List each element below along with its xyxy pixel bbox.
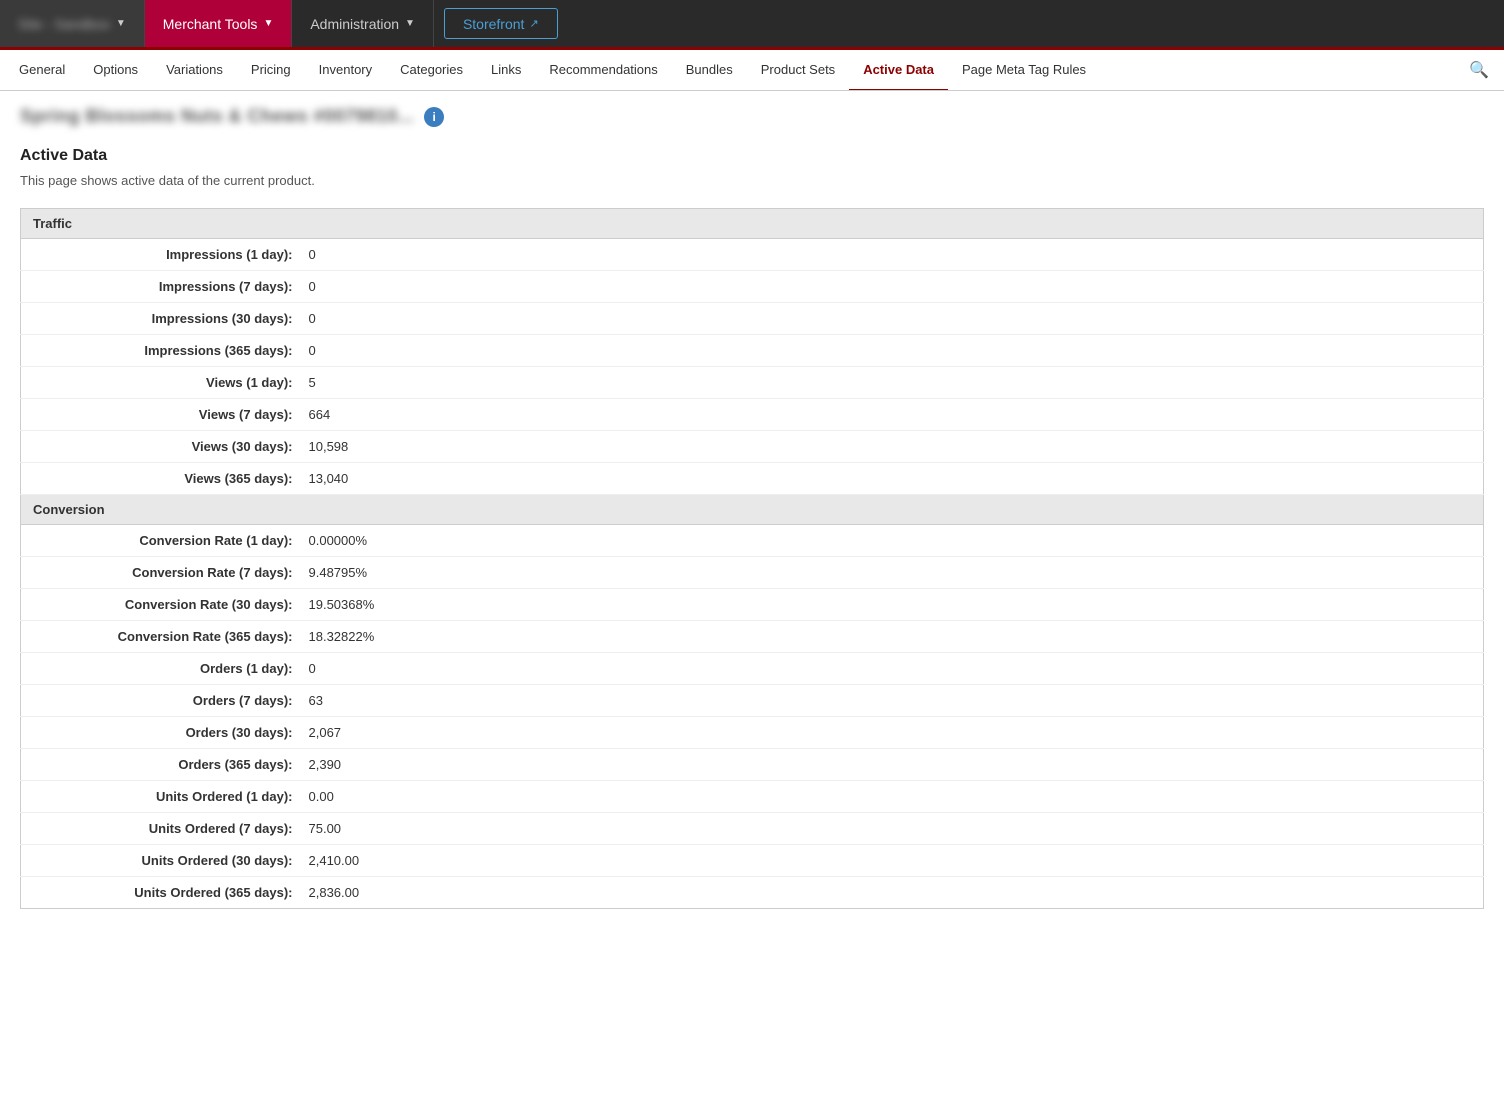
info-icon[interactable]: i — [424, 107, 444, 127]
row-value: 664 — [301, 399, 1484, 431]
site-selector-caret-icon: ▼ — [116, 18, 126, 29]
row-label: Units Ordered (7 days): — [21, 813, 301, 845]
table-row: Impressions (365 days):0 — [21, 335, 1484, 367]
page-description: This page shows active data of the curre… — [20, 173, 1484, 188]
row-label: Units Ordered (1 day): — [21, 781, 301, 813]
table-row: Conversion Rate (365 days):18.32822% — [21, 621, 1484, 653]
tab-product-sets[interactable]: Product Sets — [747, 50, 849, 91]
row-label: Views (365 days): — [21, 463, 301, 495]
row-value: 0 — [301, 271, 1484, 303]
table-row: Orders (30 days):2,067 — [21, 717, 1484, 749]
table-row: Units Ordered (30 days):2,410.00 — [21, 845, 1484, 877]
row-label: Units Ordered (30 days): — [21, 845, 301, 877]
row-value: 0 — [301, 653, 1484, 685]
table-row: Orders (1 day):0 — [21, 653, 1484, 685]
table-row: Views (30 days):10,598 — [21, 431, 1484, 463]
row-value: 10,598 — [301, 431, 1484, 463]
merchant-tools-caret-icon: ▼ — [263, 18, 273, 29]
tab-bar: General Options Variations Pricing Inven… — [0, 50, 1504, 91]
row-label: Orders (1 day): — [21, 653, 301, 685]
row-value: 2,836.00 — [301, 877, 1484, 909]
table-row: Units Ordered (1 day):0.00 — [21, 781, 1484, 813]
table-row: Conversion Rate (1 day):0.00000% — [21, 525, 1484, 557]
tab-categories[interactable]: Categories — [386, 50, 477, 91]
tab-variations[interactable]: Variations — [152, 50, 237, 91]
row-value: 63 — [301, 685, 1484, 717]
external-link-icon: ↗ — [529, 17, 538, 30]
table-row: Views (1 day):5 — [21, 367, 1484, 399]
administration-label: Administration — [310, 16, 399, 32]
row-label: Conversion Rate (30 days): — [21, 589, 301, 621]
row-value: 2,390 — [301, 749, 1484, 781]
table-row: Units Ordered (7 days):75.00 — [21, 813, 1484, 845]
table-row: Impressions (7 days):0 — [21, 271, 1484, 303]
storefront-label: Storefront — [463, 16, 524, 32]
tab-inventory[interactable]: Inventory — [305, 50, 386, 91]
storefront-button[interactable]: Storefront ↗ — [444, 8, 558, 39]
top-navigation: Site - Sandbox ▼ Merchant Tools ▼ Admini… — [0, 0, 1504, 50]
row-label: Impressions (30 days): — [21, 303, 301, 335]
section-header-traffic: Traffic — [21, 209, 1484, 239]
administration-caret-icon: ▼ — [405, 18, 415, 29]
row-value: 0 — [301, 335, 1484, 367]
page-content: Spring Blossoms Nuts & Chews #0079810...… — [0, 91, 1504, 924]
table-row: Orders (7 days):63 — [21, 685, 1484, 717]
merchant-tools-label: Merchant Tools — [163, 16, 258, 32]
row-label: Conversion Rate (7 days): — [21, 557, 301, 589]
row-label: Views (30 days): — [21, 431, 301, 463]
tab-options[interactable]: Options — [79, 50, 152, 91]
row-value: 0.00 — [301, 781, 1484, 813]
product-title: Spring Blossoms Nuts & Chews #0079810... — [20, 106, 414, 127]
row-label: Impressions (365 days): — [21, 335, 301, 367]
table-row: Conversion Rate (7 days):9.48795% — [21, 557, 1484, 589]
site-selector[interactable]: Site - Sandbox ▼ — [0, 0, 145, 47]
row-value: 2,067 — [301, 717, 1484, 749]
product-title-bar: Spring Blossoms Nuts & Chews #0079810...… — [20, 106, 1484, 127]
row-value: 9.48795% — [301, 557, 1484, 589]
row-value: 75.00 — [301, 813, 1484, 845]
administration-nav[interactable]: Administration ▼ — [292, 0, 434, 47]
table-row: Views (7 days):664 — [21, 399, 1484, 431]
row-label: Impressions (1 day): — [21, 239, 301, 271]
active-data-table: TrafficImpressions (1 day):0Impressions … — [20, 208, 1484, 909]
table-row: Units Ordered (365 days):2,836.00 — [21, 877, 1484, 909]
table-row: Conversion Rate (30 days):19.50368% — [21, 589, 1484, 621]
tab-bundles[interactable]: Bundles — [672, 50, 747, 91]
tab-links[interactable]: Links — [477, 50, 535, 91]
row-label: Conversion Rate (365 days): — [21, 621, 301, 653]
row-label: Views (1 day): — [21, 367, 301, 399]
row-value: 13,040 — [301, 463, 1484, 495]
section-header-conversion: Conversion — [21, 495, 1484, 525]
tab-recommendations[interactable]: Recommendations — [535, 50, 671, 91]
row-label: Units Ordered (365 days): — [21, 877, 301, 909]
row-value: 18.32822% — [301, 621, 1484, 653]
tab-active-data[interactable]: Active Data — [849, 50, 948, 91]
row-label: Conversion Rate (1 day): — [21, 525, 301, 557]
row-label: Orders (7 days): — [21, 685, 301, 717]
row-value: 19.50368% — [301, 589, 1484, 621]
row-value: 5 — [301, 367, 1484, 399]
tab-search-icon[interactable]: 🔍 — [1459, 52, 1499, 88]
table-row: Orders (365 days):2,390 — [21, 749, 1484, 781]
site-selector-label: Site - Sandbox — [18, 16, 110, 32]
row-label: Orders (365 days): — [21, 749, 301, 781]
row-value: 0.00000% — [301, 525, 1484, 557]
row-label: Views (7 days): — [21, 399, 301, 431]
table-row: Views (365 days):13,040 — [21, 463, 1484, 495]
tab-pricing[interactable]: Pricing — [237, 50, 305, 91]
row-value: 0 — [301, 303, 1484, 335]
merchant-tools-nav[interactable]: Merchant Tools ▼ — [145, 0, 293, 47]
row-label: Impressions (7 days): — [21, 271, 301, 303]
table-row: Impressions (30 days):0 — [21, 303, 1484, 335]
tab-page-meta-tag-rules[interactable]: Page Meta Tag Rules — [948, 50, 1100, 91]
table-row: Impressions (1 day):0 — [21, 239, 1484, 271]
row-value: 2,410.00 — [301, 845, 1484, 877]
row-label: Orders (30 days): — [21, 717, 301, 749]
row-value: 0 — [301, 239, 1484, 271]
tab-general[interactable]: General — [5, 50, 79, 91]
page-heading: Active Data — [20, 147, 1484, 165]
